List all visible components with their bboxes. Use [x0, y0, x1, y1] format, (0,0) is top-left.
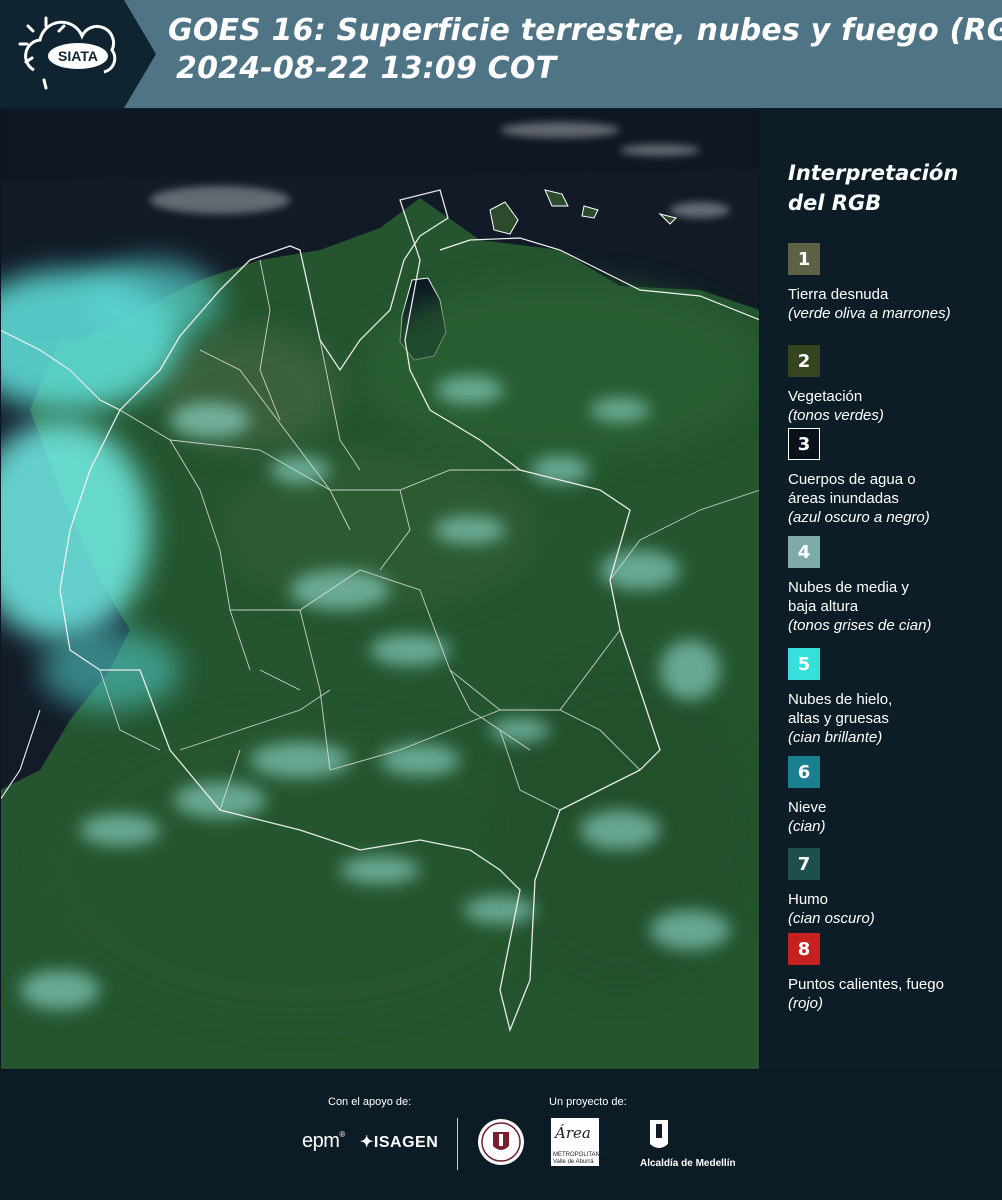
legend-label-line: baja altura — [788, 598, 859, 615]
support-label: Con el apoyo de: — [328, 1096, 412, 1108]
legend-title-line2: del RGB — [788, 191, 882, 215]
legend-swatch-1: 1 — [788, 243, 820, 275]
area-sub-line1: METROPOLITANA — [553, 1152, 604, 1158]
university-seal-icon — [478, 1119, 524, 1165]
legend-desc-6: (cian) — [788, 818, 826, 835]
satellite-rgb-map-image — [0, 110, 760, 1070]
legend-desc-8: (rojo) — [788, 995, 824, 1012]
siata-logo: SIATA — [0, 0, 156, 108]
legend-label-6: Nieve — [788, 798, 826, 817]
area-metropolitana-word: Área — [555, 1124, 591, 1142]
alcaldia-medellin-label: Alcaldía de Medellín — [640, 1158, 736, 1169]
epm-logo: epm® — [302, 1130, 345, 1152]
legend-item-8: 8 Puntos calientes, fuego (rojo) — [788, 933, 944, 1013]
legend-label-line: áreas inundadas — [788, 490, 899, 507]
legend-item-7: 7 Humo (cian oscuro) — [788, 848, 875, 928]
legend-swatch-4: 4 — [788, 536, 820, 568]
legend-swatch-7: 7 — [788, 848, 820, 880]
legend-swatch-2: 2 — [788, 345, 820, 377]
project-label: Un proyecto de: — [549, 1096, 627, 1108]
footer-divider — [457, 1118, 458, 1170]
alcaldia-shield-icon — [650, 1120, 668, 1148]
title-product: GOES 16: Superficie terrestre, nubes y f… — [168, 13, 1002, 48]
legend-desc-1: (verde oliva a marrones) — [788, 305, 951, 322]
satellite-map — [0, 110, 760, 1070]
page-title: GOES 16: Superficie terrestre, nubes y f… — [168, 12, 1002, 88]
header-bar: SIATA GOES 16: Superficie terrestre, nub… — [0, 0, 1002, 108]
footer: Con el apoyo de: Un proyecto de: epm® ✦I… — [0, 1070, 1002, 1200]
legend-label-line: Puntos calientes, fuego — [788, 976, 944, 993]
legend-item-5: 5 Nubes de hielo, altas y gruesas (cian bri… — [788, 648, 892, 747]
area-metropolitana-sub: METROPOLITANA Valle de Aburrá — [553, 1152, 604, 1166]
legend-desc-3: (azul oscuro a negro) — [788, 509, 930, 526]
legend-desc-7: (cian oscuro) — [788, 910, 875, 927]
legend-item-1: 1 Tierra desnuda (verde oliva a marrones) — [788, 243, 951, 323]
area-sub-line2: Valle de Aburrá — [553, 1159, 594, 1165]
legend-label-7: Humo — [788, 890, 875, 909]
legend-swatch-8: 8 — [788, 933, 820, 965]
isagen-logo: ✦ISAGEN — [360, 1134, 439, 1151]
legend-item-4: 4 Nubes de media y baja altura (tonos grise… — [788, 536, 931, 635]
isagen-logo-text: ISAGEN — [373, 1134, 439, 1151]
siata-logo-text: SIATA — [58, 48, 98, 64]
legend-label-line: Vegetación — [788, 388, 863, 405]
legend-label-line: Nieve — [788, 799, 827, 816]
legend-desc-4: (tonos grises de cian) — [788, 617, 932, 634]
legend-swatch-5: 5 — [788, 648, 820, 680]
legend-item-2: 2 Vegetación (tonos verdes) — [788, 345, 884, 425]
legend-desc-2: (tonos verdes) — [788, 407, 884, 424]
legend-label-8: Puntos calientes, fuego — [788, 975, 944, 994]
legend-title-line1: Interpretación — [788, 161, 959, 185]
legend-label-line: Humo — [788, 891, 829, 908]
legend-label-line: altas y gruesas — [788, 710, 889, 727]
legend-item-3: 3 Cuerpos de agua o áreas inundadas (azul o… — [788, 428, 930, 527]
legend-swatch-3: 3 — [788, 428, 820, 460]
legend-label-1: Tierra desnuda — [788, 285, 951, 304]
legend-label-line: Tierra desnuda — [788, 286, 889, 303]
rgb-legend: Interpretación del RGB 1 Tierra desnuda (v… — [788, 158, 993, 1012]
legend-label-line: Nubes de media y — [788, 579, 909, 596]
epm-logo-text: epm — [302, 1130, 340, 1152]
legend-label-5: Nubes de hielo, altas y gruesas — [788, 690, 892, 728]
legend-label-3: Cuerpos de agua o áreas inundadas — [788, 470, 930, 508]
legend-item-6: 6 Nieve (cian) — [788, 756, 826, 836]
legend-desc-5: (cian brillante) — [788, 729, 883, 746]
legend-label-4: Nubes de media y baja altura — [788, 578, 931, 616]
title-datetime: 2024-08-22 13:09 COT — [176, 51, 557, 86]
legend-swatch-6: 6 — [788, 756, 820, 788]
legend-label-2: Vegetación — [788, 387, 884, 406]
legend-label-line: Nubes de hielo, — [788, 691, 893, 708]
legend-label-line: Cuerpos de agua o — [788, 471, 916, 488]
legend-title: Interpretación del RGB — [788, 158, 993, 218]
